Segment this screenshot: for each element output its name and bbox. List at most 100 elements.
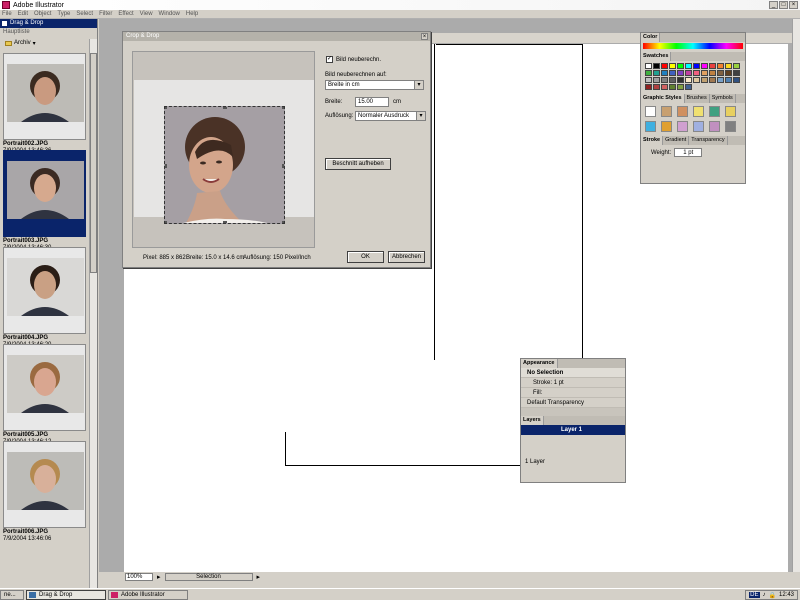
speaker-icon[interactable]: ♪ [763,592,766,598]
color-swatch[interactable] [693,77,700,83]
graphic-style-swatch[interactable] [693,106,704,117]
graphic-style-swatch[interactable] [693,121,704,132]
color-swatch[interactable] [725,77,732,83]
color-swatch[interactable] [669,63,676,69]
color-swatch[interactable] [701,70,708,76]
recompute-select[interactable]: Breite in cm [325,80,424,90]
tab-gradient[interactable]: Gradient [663,136,690,145]
color-swatch[interactable] [733,77,740,83]
menu-type[interactable]: Type [57,11,70,17]
color-swatch[interactable] [653,63,660,69]
tab-graphic-styles[interactable]: Graphic Styles [641,94,685,103]
color-swatch[interactable] [709,63,716,69]
taskbar-item[interactable]: ne... [0,589,24,600]
zoom-field[interactable]: 100% [125,573,153,581]
color-swatch[interactable] [661,70,668,76]
vertical-scrollbar[interactable] [792,19,800,572]
graphic-style-swatch[interactable] [661,121,672,132]
color-swatch[interactable] [685,84,692,90]
graphic-style-swatch[interactable] [645,121,656,132]
crop-handle[interactable] [223,107,227,109]
thumbnail-item[interactable] [3,53,86,140]
color-swatch[interactable] [725,70,732,76]
color-swatch[interactable] [725,63,732,69]
thumbnail-item[interactable] [3,441,86,528]
menu-filter[interactable]: Filter [99,11,112,17]
crop-handle[interactable] [223,221,227,223]
swatch-grid[interactable] [641,61,745,92]
color-swatch[interactable] [733,70,740,76]
stroke-value[interactable]: 1 pt [554,380,564,386]
taskbar-drag-drop[interactable]: Drag & Drop [26,589,106,600]
color-swatch[interactable] [685,77,692,83]
tab-symbols[interactable]: Symbols [710,94,736,103]
color-swatch[interactable] [717,77,724,83]
color-swatch[interactable] [693,70,700,76]
color-swatch[interactable] [709,77,716,83]
menu-file[interactable]: File [2,11,12,17]
crop-handle[interactable] [282,107,284,109]
color-swatch[interactable] [653,70,660,76]
width-input[interactable]: 15.00 [355,97,389,107]
color-swatch[interactable] [717,63,724,69]
menu-window[interactable]: Window [159,11,180,17]
graphic-style-swatch[interactable] [725,121,736,132]
color-swatch[interactable] [685,63,692,69]
close-button[interactable]: × [789,1,798,9]
cancel-button[interactable]: Abbrechen [388,251,425,263]
crop-handle[interactable] [282,221,284,223]
color-swatch[interactable] [661,77,668,83]
color-swatch[interactable] [677,84,684,90]
color-swatch[interactable] [661,84,668,90]
taskbar-illustrator[interactable]: Adobe Illustrator [108,589,188,600]
maximize-button[interactable]: □ [779,1,788,9]
graphic-style-swatch[interactable] [677,121,688,132]
color-swatch[interactable] [645,63,652,69]
color-swatch[interactable] [661,63,668,69]
archive-dropdown[interactable]: Archiv ▾ [0,37,97,49]
graphic-style-swatch[interactable] [677,106,688,117]
tab-layers[interactable]: Layers [521,416,544,425]
crop-preview[interactable] [132,51,315,248]
graphic-style-swatch[interactable] [661,106,672,117]
crop-handle[interactable] [165,107,167,109]
color-swatch[interactable] [701,77,708,83]
graphic-style-swatch[interactable] [645,106,656,117]
graphic-styles-grid[interactable] [641,103,745,135]
color-swatch[interactable] [653,77,660,83]
menu-select[interactable]: Select [76,11,93,17]
color-swatch[interactable] [733,63,740,69]
color-swatch[interactable] [709,70,716,76]
thumbnail-scrollbar[interactable] [89,39,97,588]
tab-swatches[interactable]: Swatches [641,52,672,61]
chevron-right-icon[interactable]: ▸ [257,573,261,581]
layer-row[interactable]: Layer 1 [521,425,625,435]
color-swatch[interactable] [669,70,676,76]
weight-select[interactable]: 1 pt [674,148,703,157]
crop-handle[interactable] [165,221,167,223]
language-indicator[interactable]: DE [749,592,760,598]
color-swatch[interactable] [677,63,684,69]
scroll-thumb[interactable] [90,53,97,273]
resolution-select[interactable]: Normaler Ausdruck [355,111,426,121]
graphic-style-swatch[interactable] [709,106,720,117]
color-swatch[interactable] [717,70,724,76]
color-spectrum[interactable] [643,43,743,49]
menu-effect[interactable]: Effect [118,11,133,17]
color-swatch[interactable] [653,84,660,90]
color-swatch[interactable] [677,77,684,83]
minimize-button[interactable]: _ [769,1,778,9]
crop-handle[interactable] [282,164,284,168]
color-swatch[interactable] [645,84,652,90]
tab-color[interactable]: Color [641,33,661,42]
tab-transparency[interactable]: Transparency [689,136,728,145]
color-swatch[interactable] [693,63,700,69]
menu-edit[interactable]: Edit [18,11,28,17]
tab-brushes[interactable]: Brushes [685,94,710,103]
menu-view[interactable]: View [140,11,153,17]
status-tool-select[interactable]: Selection [164,573,253,581]
color-swatch[interactable] [669,77,676,83]
color-swatch[interactable] [645,70,652,76]
tab-stroke[interactable]: Stroke [641,136,664,145]
reset-crop-button[interactable]: Beschnitt aufheben [325,158,391,170]
